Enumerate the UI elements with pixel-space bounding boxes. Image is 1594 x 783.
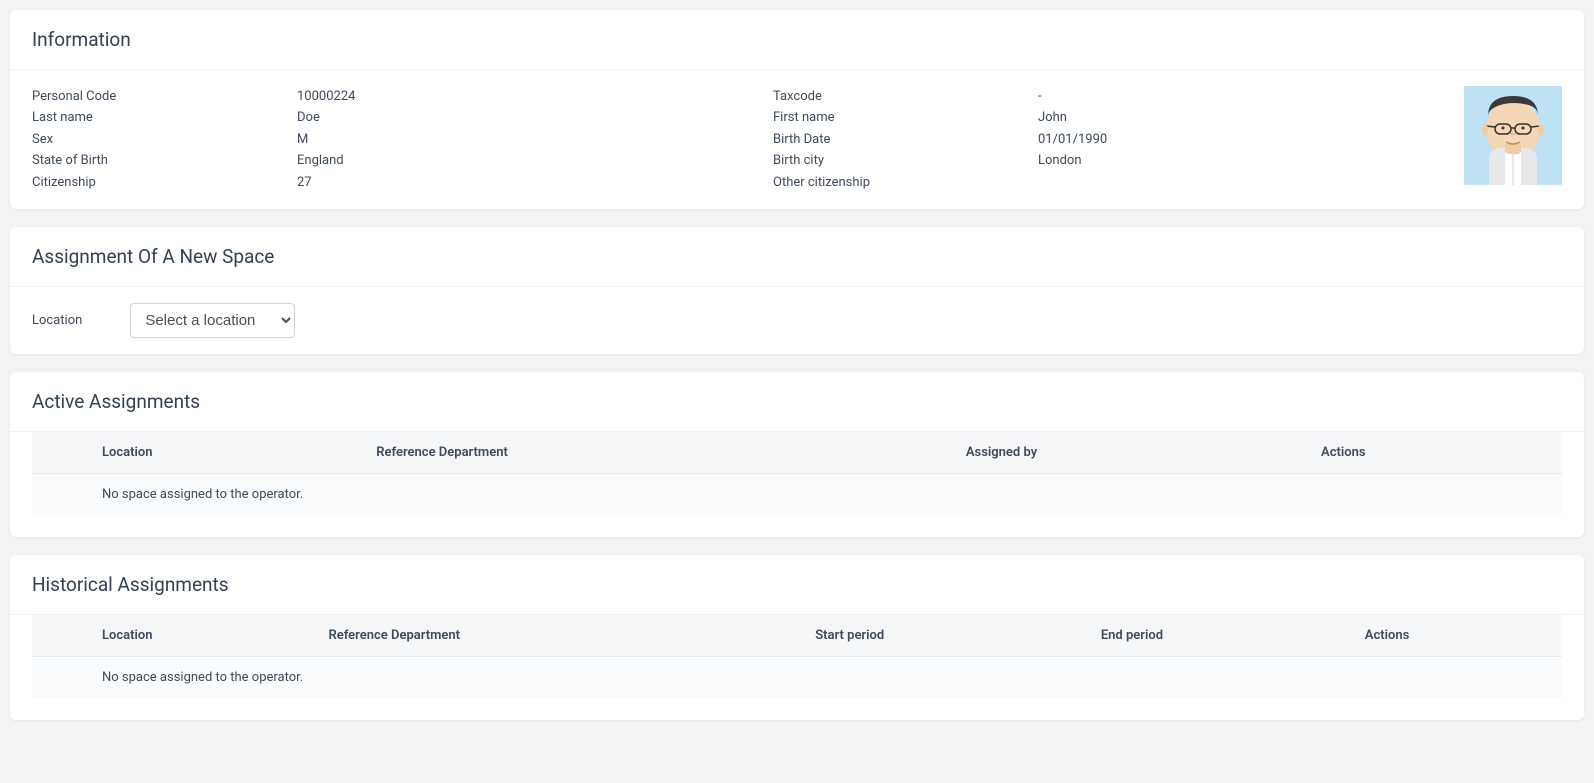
info-value: - — [1038, 86, 1454, 107]
table-header-actions: Actions — [1311, 432, 1562, 474]
assignment-form: Location Select a location — [32, 303, 1562, 338]
info-label: Other citizenship — [773, 172, 1038, 193]
historical-assignments-table: Location Reference Department Start peri… — [32, 615, 1562, 698]
info-value: 10000224 — [297, 86, 713, 107]
table-row: No space assigned to the operator. — [32, 474, 1562, 516]
info-label: Last name — [32, 107, 297, 128]
info-row: Taxcode- — [773, 86, 1454, 107]
location-label: Location — [32, 313, 82, 328]
info-label: First name — [773, 107, 1038, 128]
information-card: Information Personal Code10000224Last na… — [10, 10, 1584, 209]
avatar — [1464, 86, 1562, 185]
info-row: SexM — [32, 129, 713, 150]
info-label: Birth city — [773, 150, 1038, 171]
info-value: M — [297, 129, 713, 150]
info-value — [1038, 172, 1454, 193]
section-title-assignment: Assignment Of A New Space — [10, 227, 1584, 287]
table-header-empty — [32, 432, 92, 474]
information-grid: Personal Code10000224Last nameDoeSexMSta… — [32, 86, 1454, 193]
info-row: Other citizenship — [773, 172, 1454, 193]
section-title-information: Information — [10, 10, 1584, 70]
info-label: Sex — [32, 129, 297, 150]
info-label: Citizenship — [32, 172, 297, 193]
table-header-actions: Actions — [1355, 615, 1562, 657]
table-header-end-period: End period — [1091, 615, 1355, 657]
info-value: Doe — [297, 107, 713, 128]
active-assignments-table: Location Reference Department Assigned b… — [32, 432, 1562, 515]
table-header-location: Location — [92, 432, 366, 474]
info-row: Birth Date01/01/1990 — [773, 129, 1454, 150]
active-assignments-card: Active Assignments Location Reference De… — [10, 372, 1584, 537]
info-label: Personal Code — [32, 86, 297, 107]
location-select[interactable]: Select a location — [130, 303, 295, 338]
info-row: Birth cityLondon — [773, 150, 1454, 171]
table-header-location: Location — [92, 615, 318, 657]
info-label: State of Birth — [32, 150, 297, 171]
info-value: England — [297, 150, 713, 171]
table-header-start-period: Start period — [805, 615, 1091, 657]
info-row: State of BirthEngland — [32, 150, 713, 171]
info-value: 01/01/1990 — [1038, 129, 1454, 150]
info-row: First nameJohn — [773, 107, 1454, 128]
historical-assignments-card: Historical Assignments Location Referenc… — [10, 555, 1584, 720]
empty-message: No space assigned to the operator. — [92, 474, 1562, 516]
info-row: Personal Code10000224 — [32, 86, 713, 107]
info-row: Last nameDoe — [32, 107, 713, 128]
table-header-reference-department: Reference Department — [318, 615, 805, 657]
avatar-illustration — [1464, 86, 1562, 185]
empty-message: No space assigned to the operator. — [92, 657, 1562, 699]
info-label: Taxcode — [773, 86, 1038, 107]
info-value: London — [1038, 150, 1454, 171]
info-value: 27 — [297, 172, 713, 193]
table-header-assigned-by: Assigned by — [956, 432, 1311, 474]
section-title-active-assignments: Active Assignments — [10, 372, 1584, 432]
info-value: John — [1038, 107, 1454, 128]
table-header-reference-department: Reference Department — [366, 432, 956, 474]
table-row: No space assigned to the operator. — [32, 657, 1562, 699]
info-row: Citizenship27 — [32, 172, 713, 193]
section-title-historical-assignments: Historical Assignments — [10, 555, 1584, 615]
info-label: Birth Date — [773, 129, 1038, 150]
table-header-empty — [32, 615, 92, 657]
assignment-card: Assignment Of A New Space Location Selec… — [10, 227, 1584, 354]
